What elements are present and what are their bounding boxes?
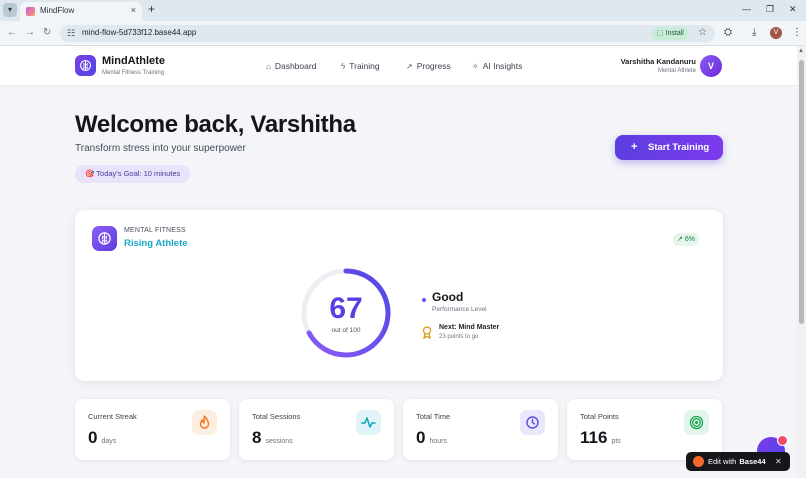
stat-value: 0 days <box>88 428 116 448</box>
stat-number: 8 <box>252 428 262 447</box>
daily-goal-badge: 🎯 Today's Goal: 10 minutes <box>75 165 191 183</box>
edit-label: Edit with Base44 <box>708 452 766 471</box>
base44-logo-icon <box>693 456 704 467</box>
status-dot <box>422 298 426 302</box>
stat-title: Total Points <box>580 412 619 421</box>
stat-value: 0 hours <box>416 428 447 448</box>
browser-tab[interactable]: MindFlow × <box>20 2 142 21</box>
trend-value: 6% <box>684 236 695 243</box>
user-name: Varshitha Kandanuru <box>620 57 696 66</box>
fitness-score: 67 <box>329 292 363 325</box>
trend-badge: ↗ 6% <box>673 233 699 246</box>
close-window-icon[interactable]: ✕ <box>789 4 797 15</box>
bookmark-star-icon[interactable]: ☆ <box>698 27 707 38</box>
stat-value: 8 sessions <box>252 428 293 448</box>
user-role: Mental Athlete <box>657 68 696 74</box>
page-scrollbar[interactable]: ▲ <box>797 46 806 478</box>
brand-name[interactable]: MindAthlete <box>102 55 165 67</box>
maximize-icon[interactable]: ❐ <box>766 4 774 15</box>
user-avatar[interactable]: V <box>700 55 722 77</box>
profile-avatar[interactable]: V <box>770 27 782 39</box>
install-button[interactable]: ⬚ Install <box>652 27 689 40</box>
performance-label: Performance Level <box>432 306 487 313</box>
scroll-up-icon[interactable]: ▲ <box>798 48 804 54</box>
app-header: MindAthlete Mental Fitness Training ⌂ Da… <box>0 46 797 86</box>
pulse-icon <box>356 410 381 435</box>
stat-unit: pts <box>611 438 621 445</box>
fitness-score-sub: out of 100 <box>331 327 361 334</box>
notification-badge <box>777 435 788 446</box>
sparkle-icon: ✧ <box>472 61 479 71</box>
reload-icon[interactable]: ↻ <box>43 27 51 38</box>
fitness-label: MENTAL FITNESS <box>124 227 186 234</box>
extensions-icon[interactable]: ⛭ <box>724 27 732 38</box>
url-text[interactable]: mind-flow-5d733f12.base44.app <box>82 28 196 37</box>
close-icon[interactable]: ✕ <box>775 452 782 471</box>
edit-brand: Base44 <box>739 457 766 466</box>
page-title: Welcome back, Varshitha <box>75 111 356 138</box>
stat-number: 0 <box>416 428 426 447</box>
stat-card-sessions: Total Sessions 8 sessions <box>239 399 394 460</box>
nav-ai-insights-label: AI Insights <box>482 61 523 71</box>
nav-progress-label: Progress <box>416 61 451 71</box>
tab-title: MindFlow <box>40 6 75 15</box>
stat-unit: hours <box>429 438 447 445</box>
brain-icon <box>92 226 117 251</box>
stat-number: 116 <box>580 428 608 447</box>
stat-card-points: Total Points 116 pts <box>567 399 722 460</box>
nav-training[interactable]: ϟ Training <box>341 61 380 71</box>
start-training-button[interactable]: + Start Training <box>615 135 723 160</box>
plus-icon: + <box>631 141 638 153</box>
tab-close-icon[interactable]: × <box>131 5 136 15</box>
address-bar: ← → ↻ ☷ mind-flow-5d733f12.base44.app ⬚ … <box>0 21 806 46</box>
trend-icon: ↗ <box>406 61 413 71</box>
nav-ai-insights[interactable]: ✧ AI Insights <box>472 61 522 71</box>
stat-title: Total Time <box>416 412 451 421</box>
download-icon[interactable]: ⤓ <box>752 27 756 38</box>
nav-progress[interactable]: ↗ Progress <box>406 61 451 71</box>
forward-icon[interactable]: → <box>25 27 35 38</box>
fitness-level: Rising Athlete <box>124 238 188 249</box>
nav-training-label: Training <box>349 61 380 71</box>
next-level: Next: Mind Master <box>439 324 500 331</box>
stat-value: 116 pts <box>580 428 621 448</box>
omnibox[interactable]: ☷ mind-flow-5d733f12.base44.app ⬚ Instal… <box>60 25 715 42</box>
nav-dashboard-label: Dashboard <box>274 61 317 71</box>
site-info-icon[interactable]: ☷ <box>67 28 75 39</box>
clock-icon <box>520 410 545 435</box>
stat-unit: days <box>101 438 117 445</box>
stat-number: 0 <box>88 428 98 447</box>
browser-menu-icon[interactable]: ⋮ <box>792 27 802 38</box>
home-icon: ⌂ <box>266 61 271 71</box>
minimize-icon[interactable]: — <box>742 4 751 14</box>
browser-tab-bar: ▾ MindFlow × + — ❐ ✕ <box>0 0 806 21</box>
brand-subtitle: Mental Fitness Training <box>102 70 165 76</box>
stat-unit: sessions <box>265 438 293 445</box>
new-tab-icon[interactable]: + <box>148 2 155 16</box>
stat-card-streak: Current Streak 0 days <box>75 399 230 460</box>
install-label: Install <box>665 30 684 37</box>
start-training-label: Start Training <box>648 142 710 153</box>
mental-fitness-card: MENTAL FITNESS Rising Athlete ↗ 6% 67 ou… <box>75 210 723 381</box>
training-icon: ϟ <box>341 61 346 71</box>
favicon-icon <box>26 7 35 16</box>
scroll-thumb[interactable] <box>799 60 804 324</box>
back-icon[interactable]: ← <box>7 27 17 38</box>
stat-card-time: Total Time 0 hours <box>403 399 558 460</box>
next-level-points: 23 points to go <box>439 334 479 340</box>
brain-logo-icon[interactable] <box>75 55 96 76</box>
edit-text: Edit with <box>708 457 737 466</box>
target-icon <box>684 410 709 435</box>
medal-icon <box>422 326 432 339</box>
performance-level: Good <box>432 290 464 304</box>
stat-title: Total Sessions <box>252 412 301 421</box>
page-tagline: Transform stress into your superpower <box>75 143 246 154</box>
stat-title: Current Streak <box>88 412 137 421</box>
tab-search-icon[interactable]: ▾ <box>3 3 17 17</box>
edit-with-base44-button[interactable]: Edit with Base44 ✕ <box>686 452 790 471</box>
nav-dashboard[interactable]: ⌂ Dashboard <box>266 61 316 71</box>
flame-icon <box>192 410 217 435</box>
